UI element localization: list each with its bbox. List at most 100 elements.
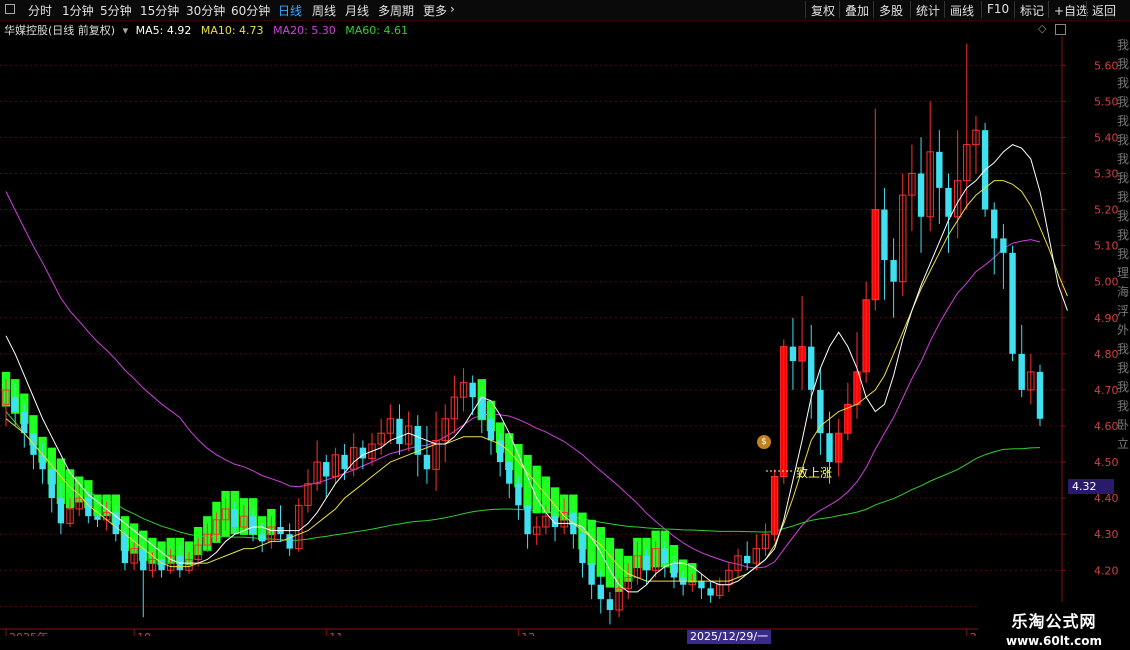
ma60-line xyxy=(5,411,1041,542)
candle-body-down xyxy=(551,516,559,527)
right-strip-char: 浮 xyxy=(1117,304,1130,318)
period-tab[interactable]: 分时 xyxy=(28,2,52,19)
y-tick-label: 5.20 xyxy=(1094,204,1119,217)
candle-body-down xyxy=(606,599,614,610)
chart-header: 华媒控股(日线 前复权) ▾ MA5: 4.92 MA10: 4.73 MA20… xyxy=(4,22,408,37)
window-icon[interactable] xyxy=(5,4,15,14)
diamond-icon[interactable]: ◇ xyxy=(1038,22,1046,35)
candle-body-down xyxy=(396,418,403,445)
candle-body-down xyxy=(140,548,147,571)
top-toolbar: 分时 1分钟 5分钟 15分钟 30分钟 60分钟 日线 周线 月线 多周期 更… xyxy=(0,0,1130,21)
candle-body-down xyxy=(991,209,998,239)
more-tab[interactable]: 更多 xyxy=(423,2,447,19)
y-tick-label: 4.20 xyxy=(1094,564,1119,577)
period-tab[interactable]: 30分钟 xyxy=(186,2,225,19)
watermark-title: 乐淘公式网 xyxy=(1011,612,1097,631)
crosshair-price-tag: 4.32 xyxy=(1068,479,1114,494)
candle-body-down xyxy=(515,483,522,506)
candle-body-down xyxy=(945,187,952,217)
watermark: 乐淘公式网 www.60lt.com xyxy=(978,602,1130,650)
y-tick-label: 4.50 xyxy=(1094,456,1119,469)
signal-marker-icon: $ xyxy=(757,435,771,449)
candle-body-down xyxy=(1000,238,1007,253)
candle-body-down xyxy=(341,454,348,470)
y-tick-label: 5.10 xyxy=(1094,240,1119,253)
right-strip-char: 我 xyxy=(1117,361,1130,375)
candle-body-down xyxy=(661,548,669,564)
x-tick-label: 10 xyxy=(137,631,151,636)
right-strip-char: 我 xyxy=(1117,399,1130,413)
y-tick-label: 5.60 xyxy=(1094,59,1119,72)
rb-stats[interactable]: 统计 xyxy=(910,1,945,18)
candle-body-down xyxy=(643,555,650,571)
period-tab[interactable]: 15分钟 xyxy=(140,2,179,19)
candle-body-down xyxy=(936,151,943,188)
y-tick-label: 5.50 xyxy=(1094,95,1119,108)
right-strip-char: 我 xyxy=(1117,95,1130,109)
rb-multi[interactable]: 多股 xyxy=(873,1,908,18)
right-strip-char: 我 xyxy=(1117,209,1130,223)
x-tick-label: 11 xyxy=(329,631,343,636)
candle-body-down xyxy=(579,534,586,564)
y-tick-label: 5.30 xyxy=(1094,167,1119,180)
candle-body-down xyxy=(698,581,705,589)
right-strip-char: 理 xyxy=(1117,266,1130,280)
candle-body-down xyxy=(524,505,531,535)
candle-body-down xyxy=(1018,353,1025,390)
right-strip-char: 我 xyxy=(1117,342,1130,356)
candle-body-down xyxy=(48,469,55,499)
candle-body-down xyxy=(707,588,714,596)
y-tick-label: 4.40 xyxy=(1094,492,1119,505)
period-tab-active[interactable]: 日线 xyxy=(278,2,302,19)
signal-label: 致上涨 xyxy=(796,466,833,480)
right-strip-char: 我 xyxy=(1117,38,1130,52)
right-strip-char: 我 xyxy=(1117,152,1130,166)
candle-body-down xyxy=(469,382,476,398)
candle-body-down xyxy=(917,173,925,217)
right-info-strip: 我我我我我我我我我我我我理海浮外我我我我卧立 xyxy=(1117,36,1130,466)
watermark-url: www.60lt.com xyxy=(1005,634,1103,648)
right-strip-char: 立 xyxy=(1117,437,1130,451)
candle-body-down xyxy=(11,397,19,412)
period-tab[interactable]: 周线 xyxy=(312,2,336,19)
panel-toggle-icon[interactable] xyxy=(1055,24,1066,35)
candle-body-down xyxy=(1009,252,1016,354)
period-tab[interactable]: 月线 xyxy=(345,2,369,19)
x-tick-label: 2025年 xyxy=(9,630,48,636)
chevron-right-icon[interactable]: › xyxy=(450,2,455,16)
period-tab[interactable]: 多周期 xyxy=(378,2,414,19)
period-tab[interactable]: 5分钟 xyxy=(100,2,132,19)
period-tab[interactable]: 60分钟 xyxy=(231,2,270,19)
right-strip-char: 我 xyxy=(1117,171,1130,185)
right-strip-char: 我 xyxy=(1117,247,1130,261)
candle-body-down xyxy=(808,346,815,390)
rb-draw[interactable]: 画线 xyxy=(944,1,979,18)
signal-block-green xyxy=(532,465,541,514)
rb-adjust[interactable]: 复权 xyxy=(805,1,840,18)
right-strip-char: 卧 xyxy=(1117,418,1130,432)
rb-back[interactable]: 返回 xyxy=(1086,1,1121,18)
candle-body-down xyxy=(506,462,513,484)
right-strip-char: 我 xyxy=(1117,190,1130,204)
y-tick-label: 5.40 xyxy=(1094,131,1119,144)
y-tick-label: 5.00 xyxy=(1094,276,1119,289)
period-tab[interactable]: 1分钟 xyxy=(62,2,94,19)
candle-body-down xyxy=(259,534,266,542)
candlestick-chart: 5.60 5.50 5.40 5.30 5.20 5.10 5.00 4.90 4.80 4.70… xyxy=(0,36,1130,636)
right-strip-char: 我 xyxy=(1117,228,1130,242)
right-strip-char: 我 xyxy=(1117,380,1130,394)
rb-mark[interactable]: 标记 xyxy=(1014,1,1049,18)
candle-body-down xyxy=(826,433,833,463)
right-strip-char: 海 xyxy=(1117,285,1130,299)
x-tick-label: 2 xyxy=(970,631,977,636)
right-strip-char: 外 xyxy=(1117,323,1130,337)
y-tick-label: 4.80 xyxy=(1094,348,1119,361)
right-strip-char: 我 xyxy=(1117,76,1130,90)
candle-body-down xyxy=(588,563,595,585)
crosshair-date-tag: 2025/12/29/一 xyxy=(687,630,772,644)
signal-block-green xyxy=(605,537,615,588)
right-strip-char: 我 xyxy=(1117,57,1130,71)
rb-f10[interactable]: F10 xyxy=(981,1,1014,18)
candle-body-down xyxy=(670,563,678,578)
rb-overlay[interactable]: 叠加 xyxy=(839,1,874,18)
